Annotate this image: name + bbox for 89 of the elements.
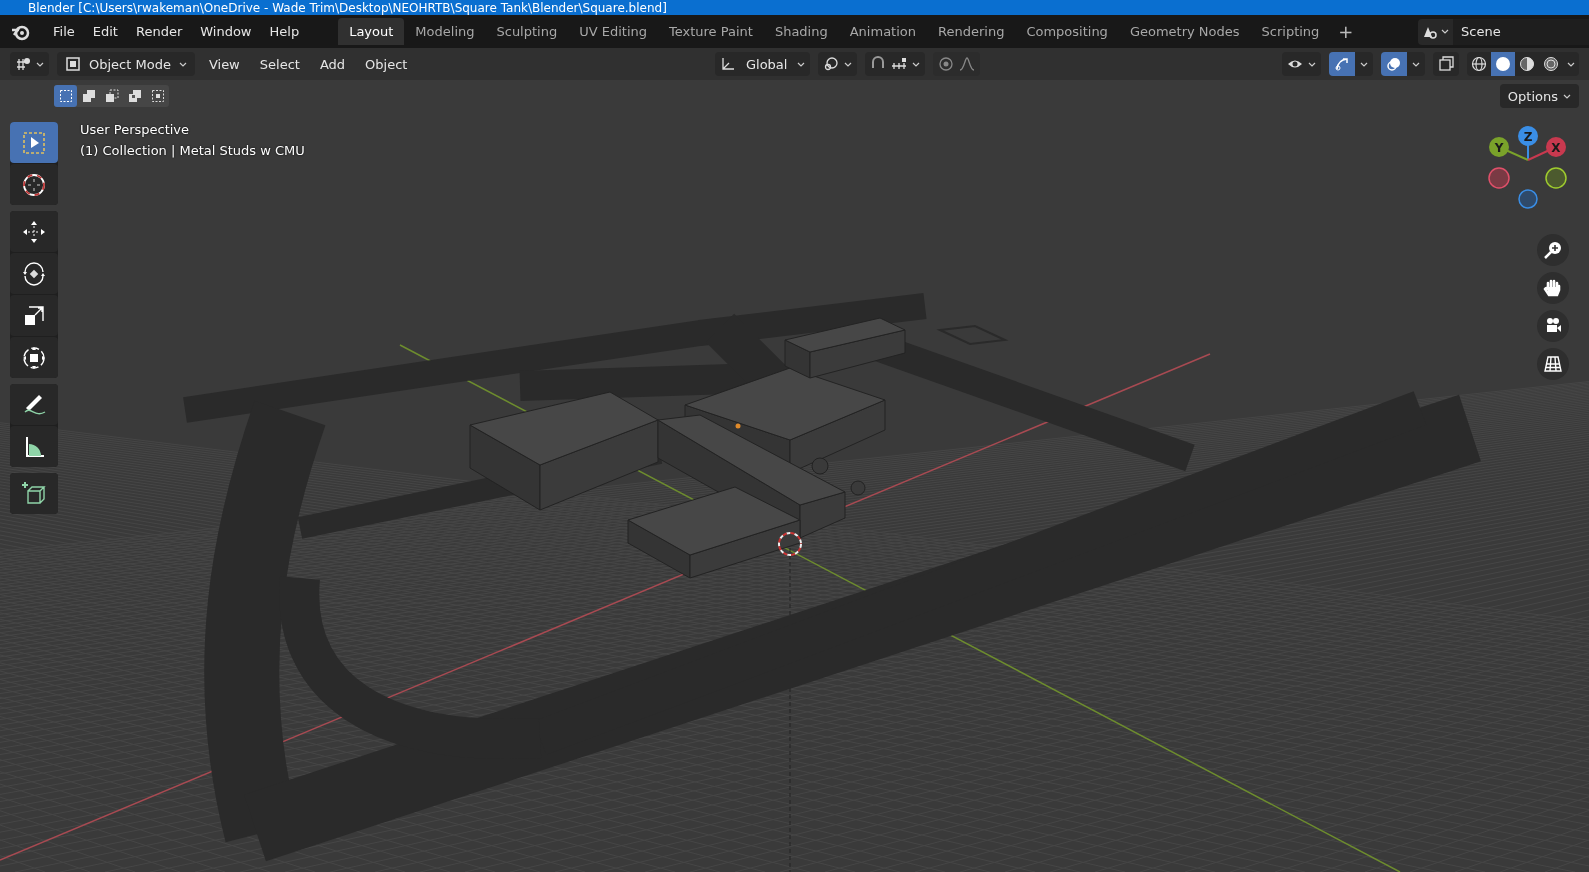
menu-item[interactable]: Edit — [83, 21, 127, 42]
header-menu-item[interactable]: Add — [313, 54, 352, 74]
caret-icon — [844, 61, 853, 67]
workspace-tab[interactable]: Shading — [763, 18, 839, 45]
tank — [850, 480, 866, 496]
caret-icon — [1308, 61, 1316, 67]
menu-item[interactable]: Window — [191, 21, 261, 42]
options-dropdown[interactable]: Options — [1499, 84, 1579, 108]
grid-view-icon — [15, 56, 31, 72]
crosshair-circle-icon — [21, 171, 47, 198]
cursor-tool-button[interactable] — [10, 164, 58, 205]
intersect-select-icon — [150, 89, 165, 103]
workspace-tab[interactable]: Compositing — [1015, 18, 1119, 45]
falloff-curve-icon — [959, 56, 976, 72]
overlays-icon — [1386, 56, 1402, 72]
measure-tool-button[interactable] — [10, 426, 58, 467]
extend-select-icon — [81, 89, 96, 103]
view-name: User Perspective — [80, 122, 191, 137]
scene-name-field[interactable]: Scene — [1453, 18, 1589, 45]
rotate-icon — [21, 260, 47, 287]
mode-dropdown[interactable]: Object Mode — [57, 52, 195, 76]
solid-sphere-icon — [1495, 56, 1511, 72]
selection-mode-button[interactable] — [54, 85, 77, 107]
workspace-tab[interactable]: Geometry Nodes — [1118, 18, 1251, 45]
workspace-tab[interactable]: UV Editing — [568, 18, 658, 45]
caret-icon — [36, 61, 44, 67]
add-workspace-button[interactable]: + — [1330, 21, 1362, 42]
select-tool-button[interactable] — [10, 122, 58, 163]
gizmo-toggle[interactable] — [1329, 52, 1355, 76]
workspace-tab[interactable]: Modeling — [404, 18, 486, 45]
overlays-toggle[interactable] — [1381, 52, 1407, 76]
box-select-icon — [58, 89, 73, 103]
xray-toggle[interactable] — [1433, 52, 1459, 76]
caret-icon — [1441, 29, 1449, 34]
transform-icon — [21, 344, 47, 371]
header-menu-item[interactable]: Select — [253, 54, 306, 74]
transform-tool-button[interactable] — [10, 337, 58, 378]
shading-mode-button[interactable] — [1491, 52, 1515, 76]
snap-increment-icon — [891, 56, 908, 72]
menu-item[interactable]: Render — [126, 21, 192, 42]
cube-icon — [21, 480, 47, 507]
workspace-tab[interactable]: Scripting — [1250, 18, 1331, 45]
visibility-dropdown[interactable] — [1282, 52, 1321, 76]
workspace-tab[interactable]: Layout — [338, 18, 405, 45]
add-cube-tool-button[interactable] — [10, 473, 58, 514]
scene-selector-button[interactable] — [1418, 18, 1453, 45]
caret-icon — [178, 61, 187, 67]
gizmo-options-dropdown[interactable] — [1355, 52, 1373, 76]
header-menu-item[interactable]: Object — [359, 54, 414, 74]
caret-icon — [912, 61, 921, 67]
3d-cursor-icon — [778, 532, 802, 556]
caret-icon — [797, 61, 806, 67]
caret-icon — [1567, 61, 1575, 67]
collection-info: (1) Collection | Metal Studs w CMU — [80, 143, 305, 158]
editor-type-button[interactable] — [10, 52, 49, 76]
wireframe-sphere-icon — [1471, 56, 1487, 72]
subtract-select-icon — [104, 89, 119, 103]
orientation-dropdown[interactable]: Global — [714, 52, 811, 76]
xray-icon — [1438, 56, 1454, 72]
pivot-dropdown[interactable] — [818, 52, 858, 76]
rotate-tool-button[interactable] — [10, 253, 58, 294]
annotate-tool-button[interactable] — [10, 384, 58, 425]
workspace-tab[interactable]: Sculpting — [485, 18, 569, 45]
menu-item[interactable]: Help — [260, 21, 309, 42]
ringed-sphere-icon — [1543, 56, 1559, 72]
caret-icon — [1563, 93, 1571, 99]
workspace-tab[interactable]: Rendering — [927, 18, 1016, 45]
proportional-edit-toggle[interactable] — [933, 52, 981, 76]
half-shaded-sphere-icon — [1519, 56, 1535, 72]
navigation-gizmo[interactable]: Z Y X — [1483, 126, 1573, 216]
menu-item[interactable]: File — [44, 21, 84, 42]
overlays-options-dropdown[interactable] — [1407, 52, 1425, 76]
axes-icon — [719, 56, 736, 72]
gizmo-icon — [1334, 56, 1350, 72]
workspace-tab[interactable]: Animation — [838, 18, 927, 45]
window-title: Blender [C:\Users\rwakeman\OneDrive - Wade Trim\Desktop\NEOHRTB\Square Tank\Blender\Square.blend] — [28, 0, 667, 15]
header-menu-item[interactable]: View — [202, 54, 246, 74]
snap-toggle[interactable] — [865, 52, 926, 76]
object-origin-dot — [735, 423, 741, 429]
scale-tool-button[interactable] — [10, 295, 58, 336]
tank — [811, 457, 829, 475]
proportional-icon — [938, 56, 955, 72]
caret-icon — [1412, 61, 1420, 67]
invert-select-icon — [127, 89, 142, 103]
workspace-tab[interactable]: Texture Paint — [658, 18, 764, 45]
move-tool-button[interactable] — [10, 211, 58, 252]
object-icon — [65, 56, 81, 72]
caret-icon — [1360, 61, 1368, 67]
pivot-icon — [823, 56, 840, 72]
